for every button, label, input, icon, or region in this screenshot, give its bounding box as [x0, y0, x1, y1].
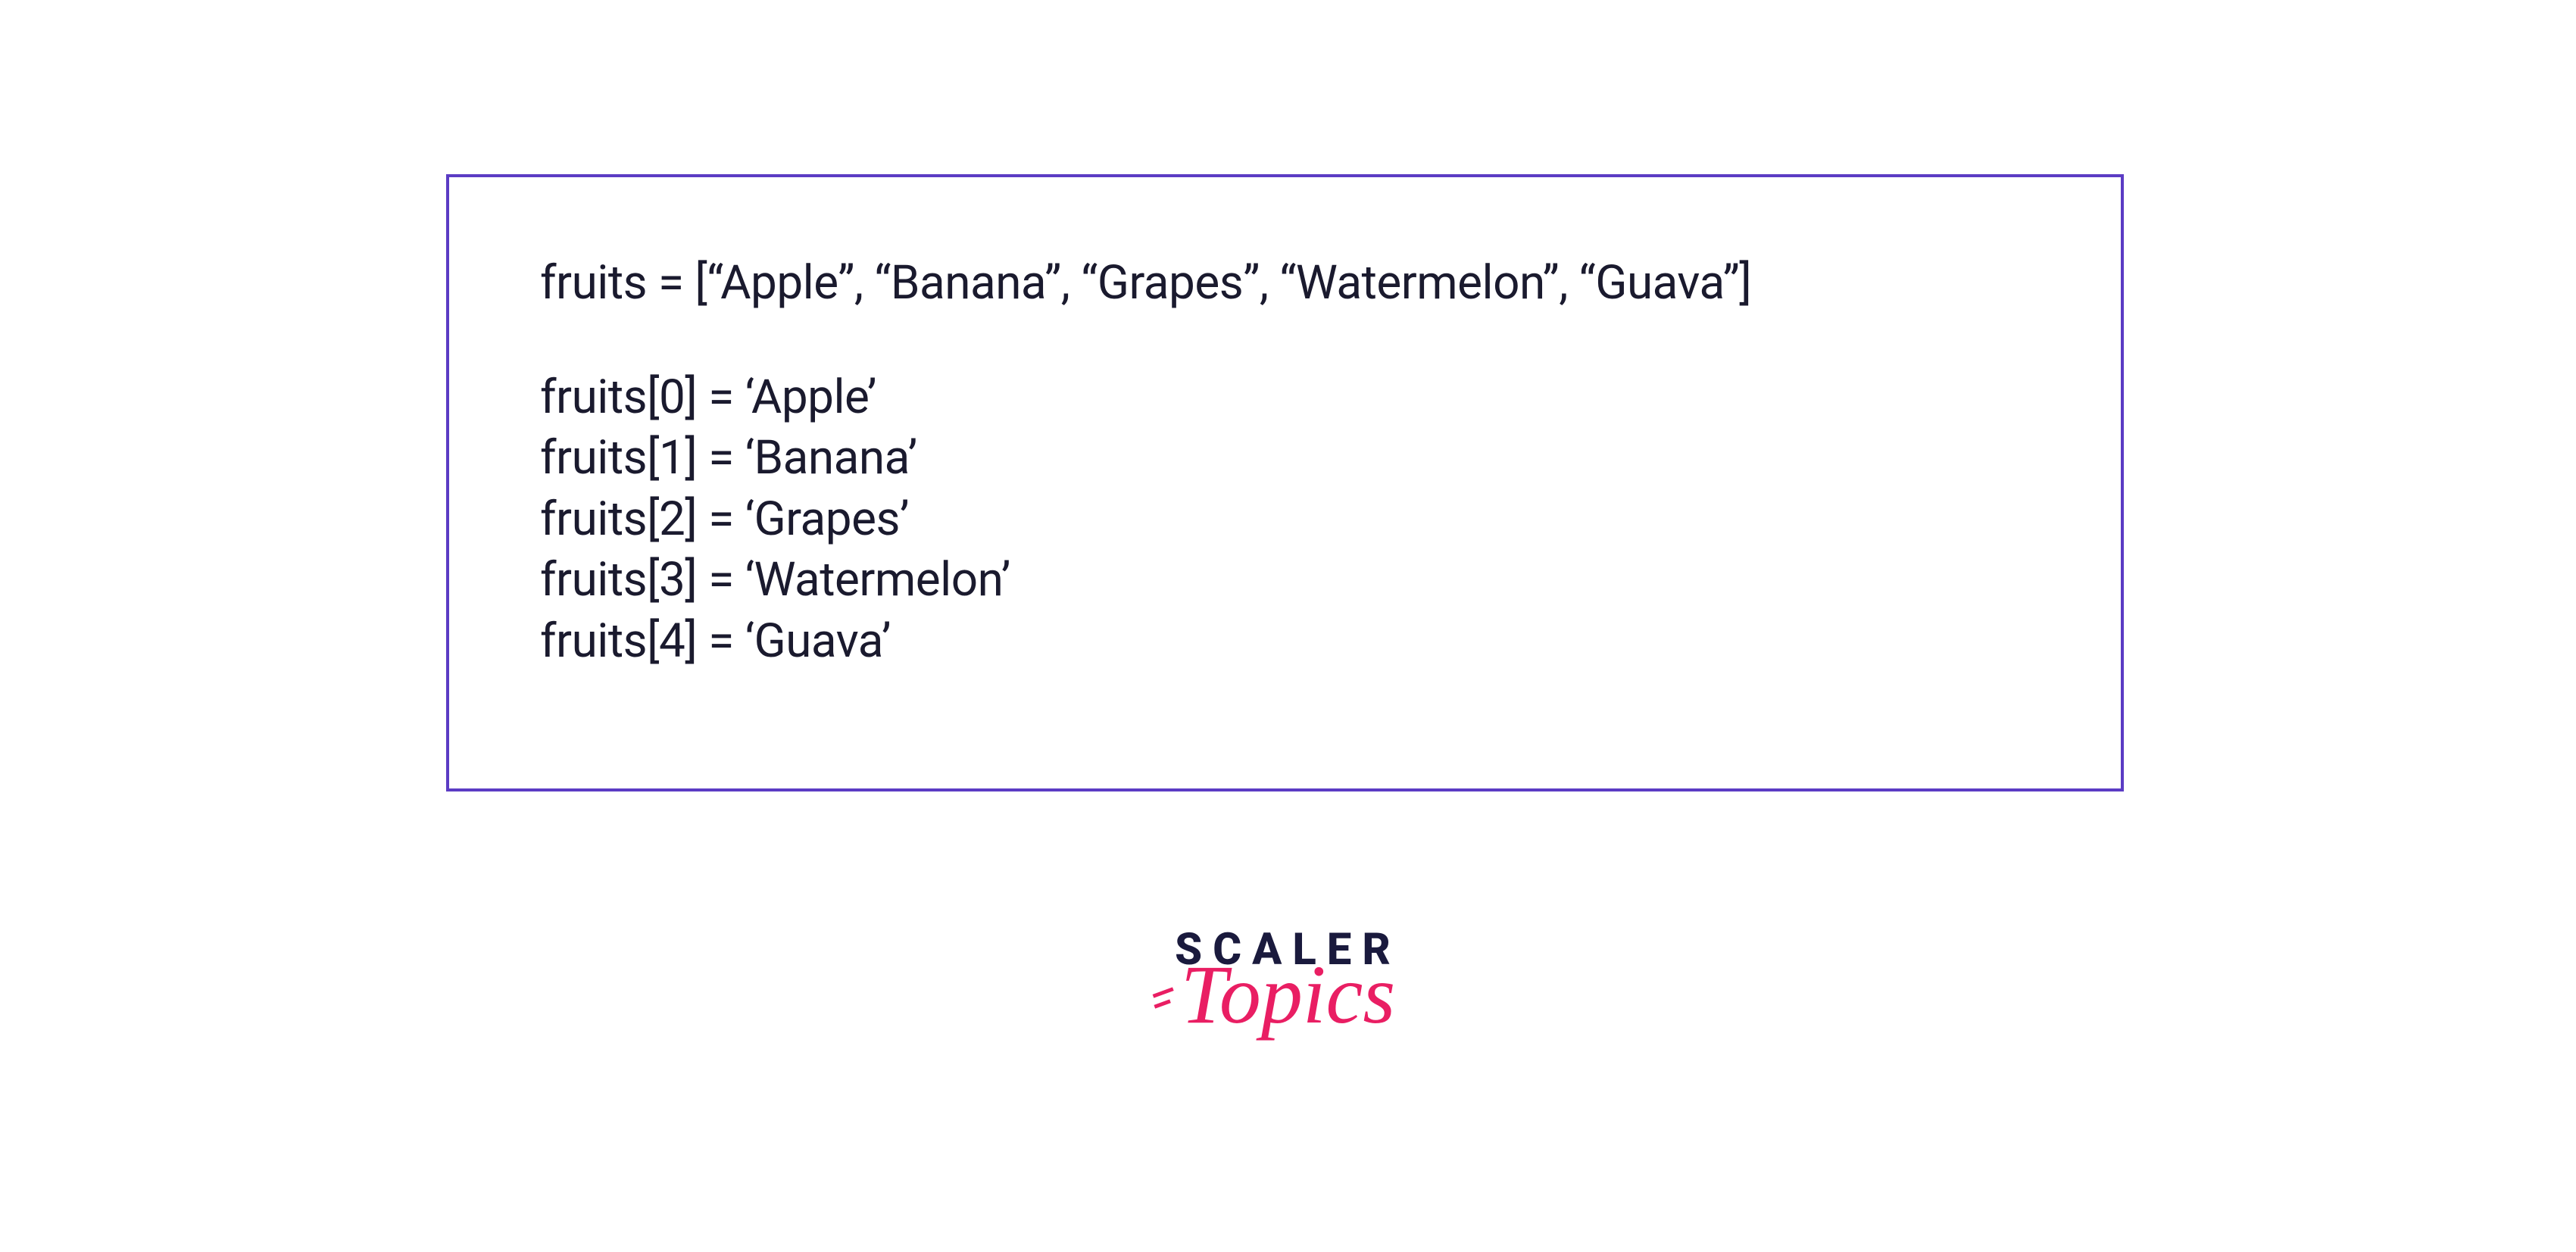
logo-text-bottom: Topics: [1175, 953, 1401, 1036]
code-index-line: fruits[0] = ‘Apple’: [540, 367, 2030, 429]
code-spacer: [540, 314, 2030, 367]
code-index-line: fruits[2] = ‘Grapes’: [540, 489, 2030, 551]
code-box: fruits = [“Apple”, “Banana”, “Grapes”, “…: [446, 174, 2124, 791]
brand-logo: SCALER Topics: [1175, 924, 1401, 1036]
code-index-line: fruits[1] = ‘Banana’: [540, 428, 2030, 489]
code-index-line: fruits[4] = ‘Guava’: [540, 611, 2030, 673]
code-declaration-line: fruits = [“Apple”, “Banana”, “Grapes”, “…: [540, 253, 2030, 314]
code-index-line: fruits[3] = ‘Watermelon’: [540, 550, 2030, 611]
